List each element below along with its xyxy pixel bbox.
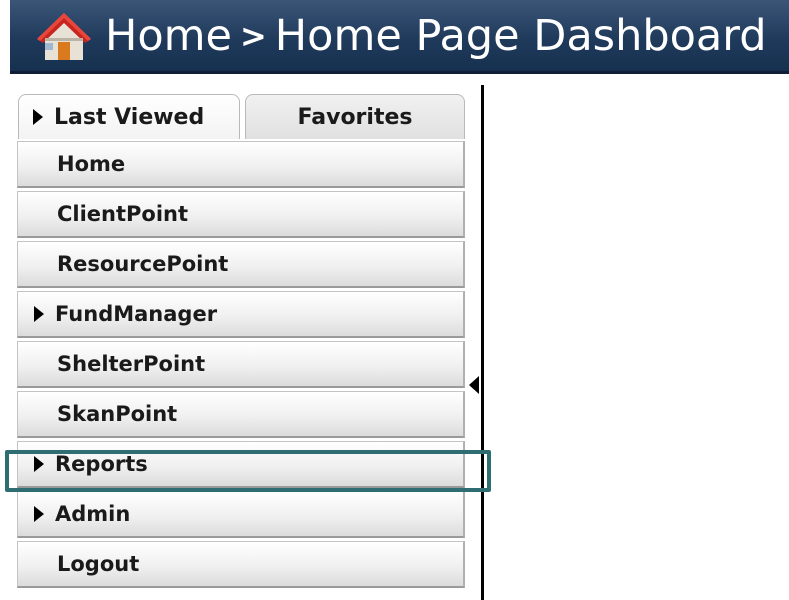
- sidebar-item-label: Admin: [55, 502, 131, 526]
- sidebar-divider[interactable]: [481, 85, 484, 600]
- sidebar-item-label: SkanPoint: [57, 402, 178, 426]
- sidebar-item-clientpoint[interactable]: ClientPoint: [17, 191, 465, 238]
- expand-arrow-icon: [34, 306, 44, 322]
- expand-arrow-icon: [33, 109, 43, 125]
- sidebar-item-label: Home: [57, 152, 126, 176]
- tab-label: Last Viewed: [54, 104, 205, 130]
- sidebar-item-resourcepoint[interactable]: ResourcePoint: [17, 241, 465, 288]
- sidebar-tabs: Last Viewed Favorites: [17, 94, 467, 141]
- sidebar-item-label: Logout: [57, 552, 140, 576]
- sidebar-item-label: ClientPoint: [57, 202, 189, 226]
- breadcrumb-separator: >: [239, 17, 267, 55]
- tab-favorites[interactable]: Favorites: [245, 94, 465, 139]
- sidebar-item-label: FundManager: [55, 302, 218, 326]
- tab-label: Favorites: [297, 104, 413, 130]
- breadcrumb-home-link[interactable]: Home: [105, 11, 232, 61]
- collapse-arrow-icon[interactable]: [469, 376, 479, 394]
- sidebar-item-fundmanager[interactable]: FundManager: [17, 291, 465, 338]
- sidebar-item-logout[interactable]: Logout: [17, 541, 465, 588]
- sidebar: Last Viewed Favorites Home ClientPoint R…: [17, 94, 467, 591]
- tab-last-viewed[interactable]: Last Viewed: [18, 94, 240, 139]
- breadcrumb: Home > Home Page Dashboard: [105, 6, 767, 66]
- sidebar-item-home[interactable]: Home: [17, 141, 465, 188]
- sidebar-item-admin[interactable]: Admin: [17, 491, 465, 538]
- header-bar: Home > Home Page Dashboard: [10, 0, 789, 74]
- sidebar-item-reports[interactable]: Reports: [17, 441, 465, 488]
- sidebar-item-label: ResourcePoint: [57, 252, 229, 276]
- house-icon[interactable]: [35, 10, 93, 64]
- sidebar-item-skanpoint[interactable]: SkanPoint: [17, 391, 465, 438]
- sidebar-item-label: ShelterPoint: [57, 352, 206, 376]
- expand-arrow-icon: [34, 506, 44, 522]
- sidebar-item-shelterpoint[interactable]: ShelterPoint: [17, 341, 465, 388]
- sidebar-item-label: Reports: [55, 452, 148, 476]
- page-title: Home Page Dashboard: [274, 11, 767, 61]
- expand-arrow-icon: [34, 456, 44, 472]
